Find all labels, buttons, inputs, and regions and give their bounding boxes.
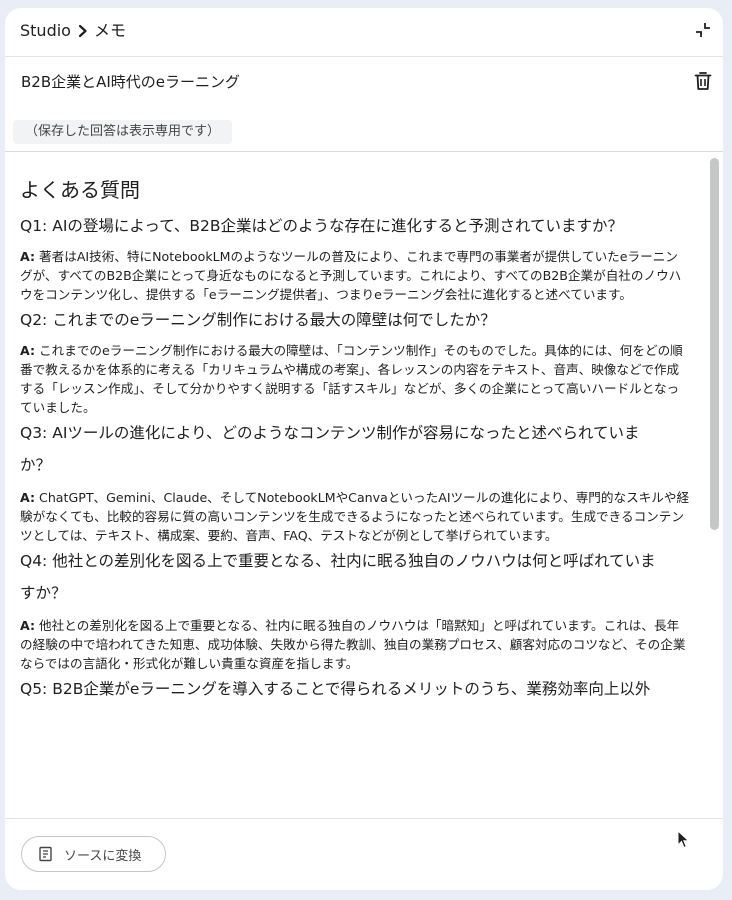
answer-text: 他社との差別化を図る上で重要となる、社内に眠る独自のノウハウは「暗黙知」と呼ばれ… — [20, 618, 686, 671]
answer-label: A: — [20, 249, 36, 264]
faq-question-3-continued: か？ — [20, 456, 52, 474]
collapse-icon — [694, 21, 712, 43]
scrollbar-thumb[interactable] — [710, 158, 719, 530]
answer-text: これまでのeラーニング制作における最大の障壁は、「コンテンツ制作」そのものでした… — [20, 343, 683, 415]
faq-heading: よくある質問 — [20, 178, 140, 202]
faq-question-4: Q4: 他社との差別化を図る上で重要となる、社内に眠る独自のノウハウは何と呼ばれ… — [20, 552, 656, 570]
answer-text: 著者はAI技術、特にNotebookLMのようなツールの普及により、これまで専門… — [20, 249, 682, 302]
collapse-button[interactable] — [691, 20, 715, 44]
note-title: B2B企業とAI時代のeラーニング — [21, 73, 241, 91]
faq-question-5: Q5: B2B企業がeラーニングを導入することで得られるメリットのうち、業務効率… — [20, 680, 651, 698]
trash-icon — [694, 71, 712, 95]
faq-question-2: Q2: これまでのeラーニング制作における最大の障壁は何でしたか？ — [20, 311, 496, 329]
faq-question-3: Q3: AIツールの進化により、どのようなコンテンツ制作が容易になったと述べられ… — [20, 424, 640, 442]
answer-text: ChatGPT、Gemini、Claude、そしてNotebookLMやCanv… — [20, 490, 690, 543]
readonly-notice: （保存した回答は表示専用です） — [13, 120, 233, 144]
convert-to-source-label: ソースに変換 — [64, 848, 142, 864]
answer-label: A: — [20, 343, 36, 358]
convert-to-source-button[interactable]: ソースに変換 — [21, 836, 167, 872]
faq-answer-1: A: 著者はAI技術、特にNotebookLMのようなツールの普及により、これま… — [20, 247, 690, 304]
chevron-right-icon — [78, 24, 88, 38]
note-body: よくある質問 Q1: AIの登場によって、B2B企業はどのような存在に進化すると… — [20, 176, 690, 710]
breadcrumb-current: メモ — [93, 21, 126, 40]
faq-answer-4: A: 他社との差別化を図る上で重要となる、社内に眠る独自のノウハウは「暗黙知」と… — [20, 616, 690, 673]
breadcrumb: Studio メモ — [20, 21, 126, 41]
studio-note-panel: Studio メモ B2B企業とAI時代のeラーニング （保存した回答は表示専用… — [5, 8, 723, 890]
answer-label: A: — [20, 490, 36, 505]
note-convert-icon — [38, 846, 54, 862]
faq-question-4-continued: すか？ — [20, 584, 67, 602]
note-content[interactable]: よくある質問 Q1: AIの登場によって、B2B企業はどのような存在に進化すると… — [5, 152, 723, 818]
breadcrumb-studio-link[interactable]: Studio — [20, 21, 71, 41]
faq-question-1: Q1: AIの登場によって、B2B企業はどのような存在に進化すると予測されていま… — [20, 217, 624, 235]
divider — [5, 818, 723, 819]
faq-answer-3: A: ChatGPT、Gemini、Claude、そしてNotebookLMやC… — [20, 488, 690, 545]
answer-label: A: — [20, 618, 36, 633]
delete-note-button[interactable] — [691, 71, 715, 95]
mouse-pointer-icon — [677, 829, 691, 854]
faq-answer-2: A: これまでのeラーニング制作における最大の障壁は、「コンテンツ制作」そのもの… — [20, 341, 690, 417]
